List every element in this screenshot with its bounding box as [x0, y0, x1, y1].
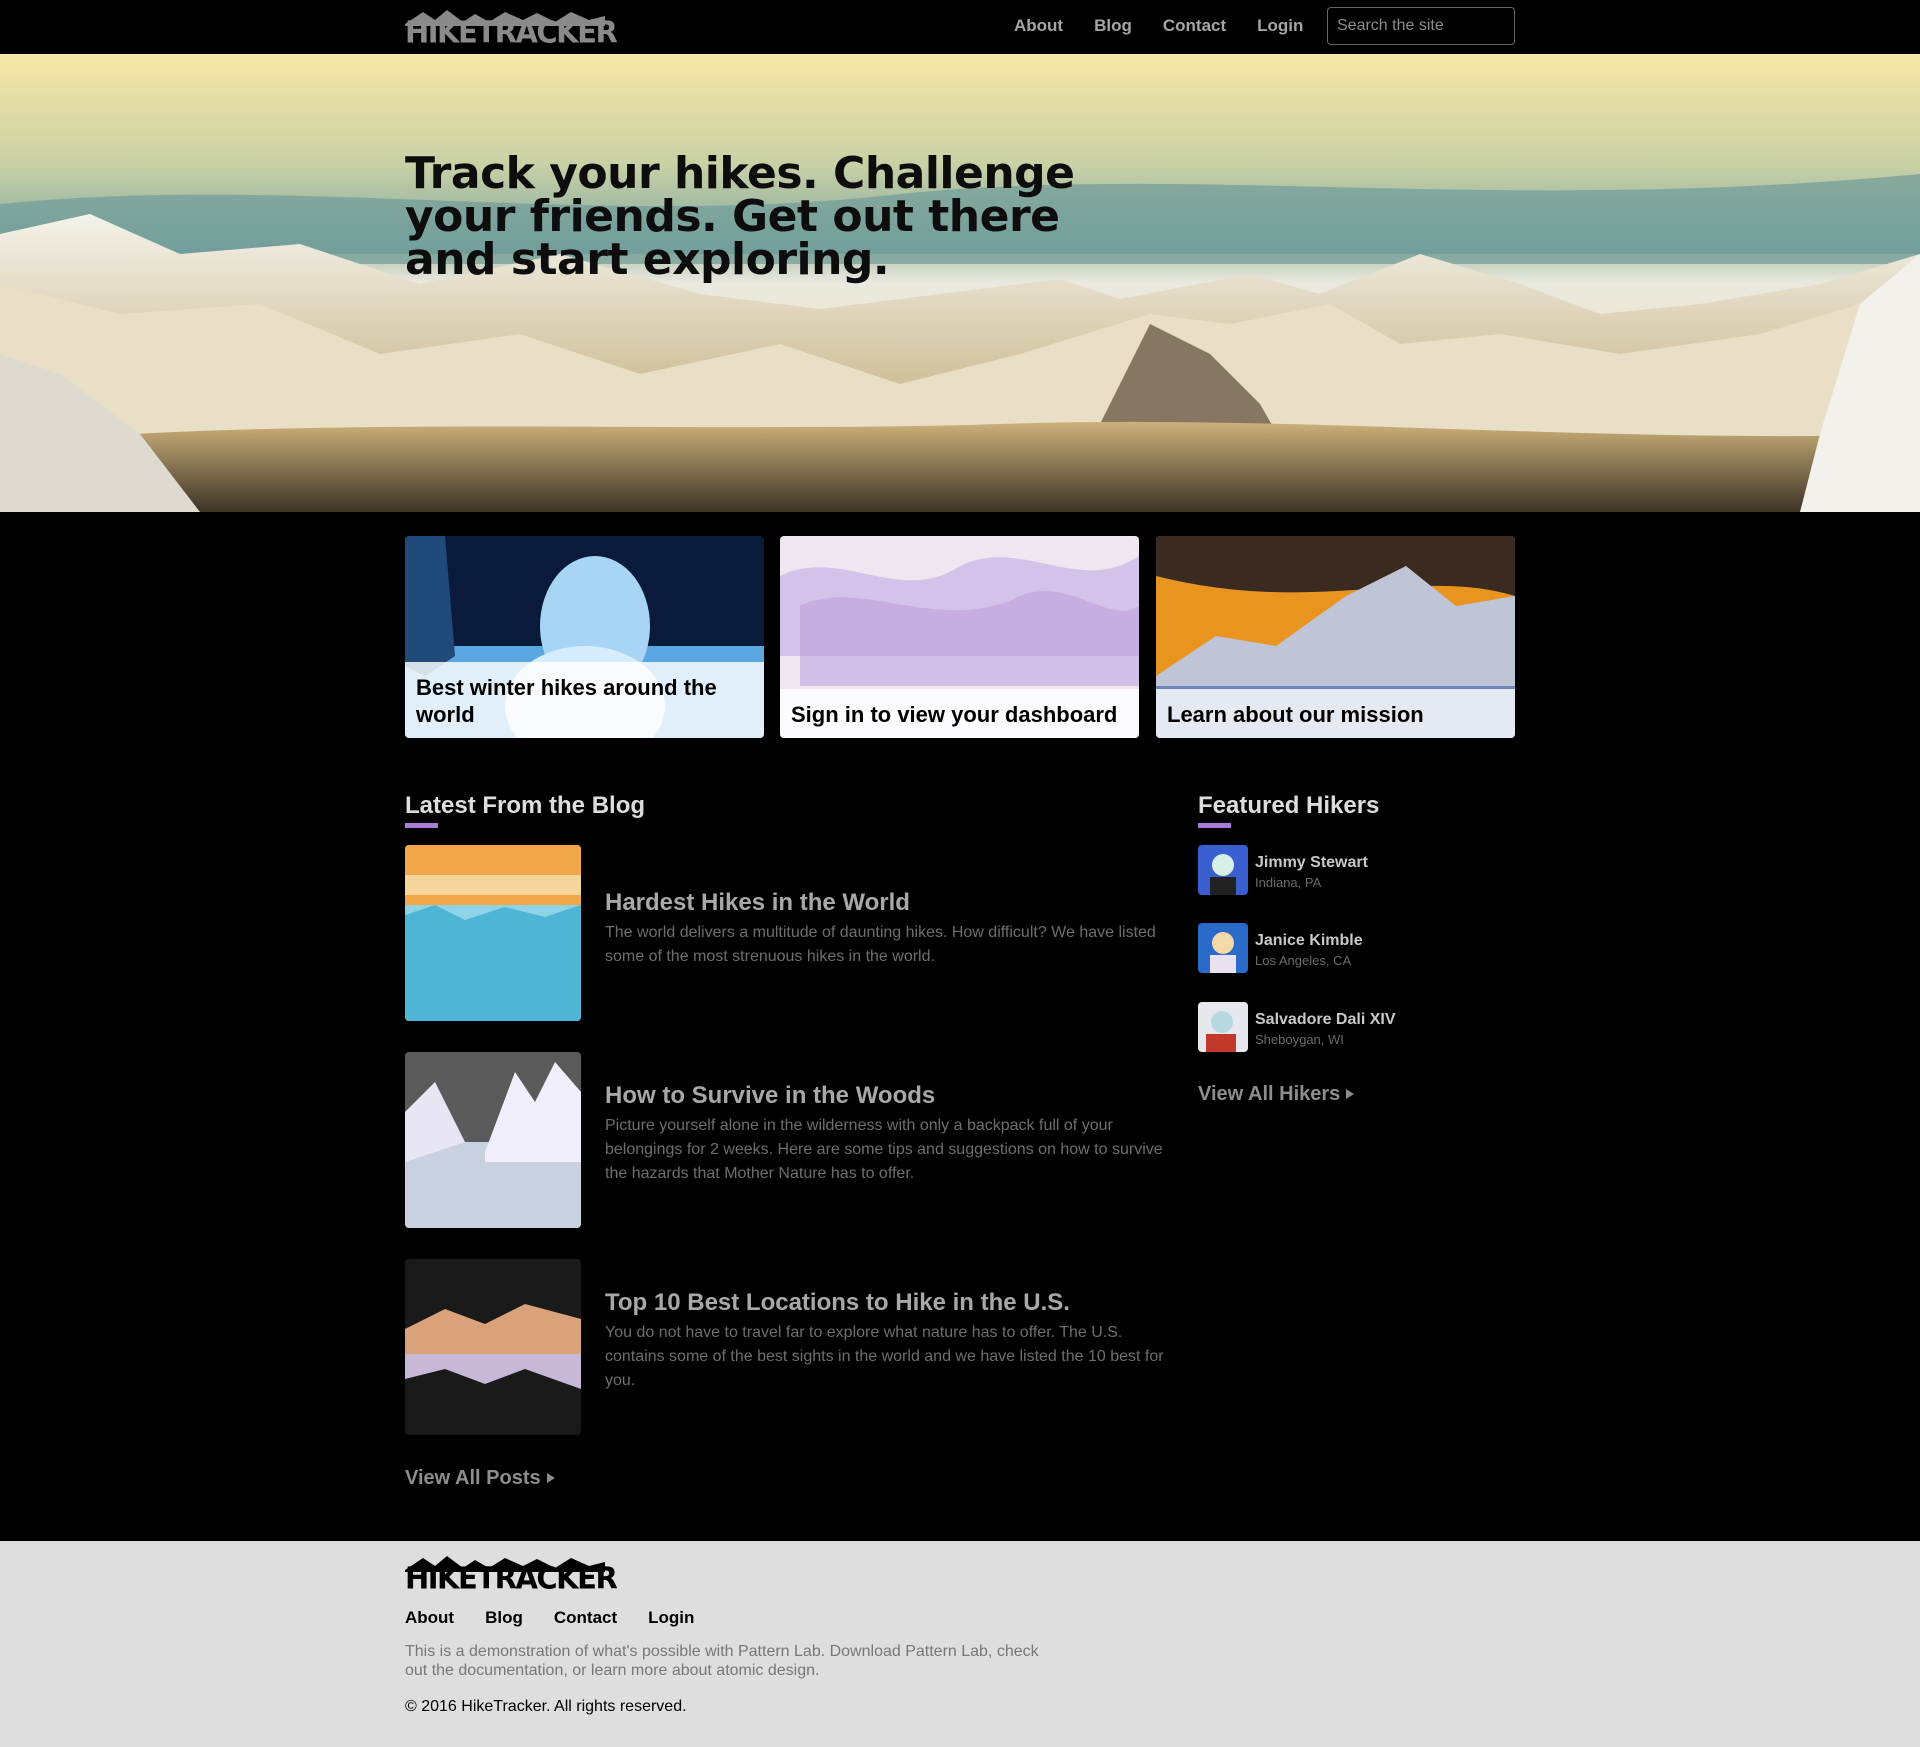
card-label: Learn about our mission — [1156, 689, 1515, 738]
avatar-image — [1198, 845, 1248, 895]
search-input[interactable] — [1327, 7, 1515, 45]
site-header: HIKETRACKER About Blog Contact Login — [0, 0, 1920, 54]
blog-heading-underline — [405, 823, 438, 828]
logo-text: HIKETRACKER — [405, 1560, 618, 1596]
blog-post[interactable]: Top 10 Best Locations to Hike in the U.S… — [405, 1259, 1165, 1435]
footer-nav: About Blog Contact Login — [405, 1608, 725, 1628]
avatar-image — [1198, 923, 1248, 973]
footer-nav-about[interactable]: About — [405, 1608, 454, 1628]
hero-banner: Track your hikes. Challenge your friends… — [0, 54, 1920, 512]
avatar[interactable] — [1198, 1002, 1248, 1052]
footer-nav-blog[interactable]: Blog — [485, 1608, 523, 1628]
site-footer: HIKETRACKER About Blog Contact Login Thi… — [0, 1541, 1920, 1747]
post-title[interactable]: Hardest Hikes in the World — [605, 889, 910, 917]
post-title[interactable]: How to Survive in the Woods — [605, 1082, 935, 1110]
footer-nav-contact[interactable]: Contact — [554, 1608, 617, 1628]
hiker-item[interactable]: Janice Kimble Los Angeles, CA — [1198, 923, 1458, 973]
card-dashboard[interactable]: Sign in to view your dashboard — [780, 536, 1139, 738]
nav-contact[interactable]: Contact — [1163, 16, 1226, 36]
copyright: © 2016 HikeTracker. All rights reserved. — [405, 1698, 687, 1715]
arrow-right-icon — [546, 1473, 555, 1483]
post-title[interactable]: Top 10 Best Locations to Hike in the U.S… — [605, 1289, 1070, 1317]
hikers-heading: Featured Hikers — [1198, 792, 1380, 819]
hiker-item[interactable]: Salvadore Dali XIV Sheboygan, WI — [1198, 1002, 1458, 1052]
promo-cards: Best winter hikes around the world Sign … — [405, 536, 1515, 738]
blog-heading: Latest From the Blog — [405, 792, 646, 819]
blog-post[interactable]: How to Survive in the Woods Picture your… — [405, 1052, 1165, 1228]
site-logo[interactable]: HIKETRACKER — [405, 10, 618, 50]
hiker-name[interactable]: Salvadore Dali XIV — [1255, 1011, 1396, 1029]
nav-about[interactable]: About — [1014, 16, 1063, 36]
nav-login[interactable]: Login — [1257, 16, 1303, 36]
view-all-hikers-label: View All Hikers — [1198, 1083, 1341, 1105]
nav-blog[interactable]: Blog — [1094, 16, 1132, 36]
post-description: You do not have to travel far to explore… — [605, 1324, 1164, 1389]
arrow-right-icon — [1346, 1089, 1355, 1099]
view-all-posts-label: View All Posts — [405, 1467, 541, 1489]
hiker-location: Indiana, PA — [1255, 875, 1322, 890]
post-thumbnail[interactable] — [405, 1052, 581, 1228]
post-description: The world delivers a multitude of daunti… — [605, 924, 1156, 965]
lake-reflection-image — [405, 1259, 581, 1435]
post-thumbnail[interactable] — [405, 1259, 581, 1435]
card-label: Best winter hikes around the world — [405, 662, 764, 738]
hikers-heading-underline — [1198, 823, 1231, 828]
card-winter-hikes[interactable]: Best winter hikes around the world — [405, 536, 764, 738]
card-mission[interactable]: Learn about our mission — [1156, 536, 1515, 738]
post-description: Picture yourself alone in the wilderness… — [605, 1117, 1163, 1182]
hiker-name[interactable]: Jimmy Stewart — [1255, 854, 1368, 872]
mountain-landscape-image — [0, 54, 1920, 512]
card-label: Sign in to view your dashboard — [780, 689, 1139, 738]
footer-nav-login[interactable]: Login — [648, 1608, 694, 1628]
avatar-image — [1198, 1002, 1248, 1052]
main-nav: About Blog Contact Login — [1014, 16, 1334, 36]
footer-description: This is a demonstration of what's possib… — [405, 1643, 1039, 1679]
blog-post[interactable]: Hardest Hikes in the World The world del… — [405, 845, 1165, 1021]
hiker-location: Los Angeles, CA — [1255, 953, 1352, 968]
hiker-name[interactable]: Janice Kimble — [1255, 932, 1363, 950]
footer-logo[interactable]: HIKETRACKER — [405, 1556, 618, 1596]
view-all-hikers-link[interactable]: View All Hikers — [1198, 1083, 1355, 1106]
avatar[interactable] — [1198, 845, 1248, 895]
post-thumbnail[interactable] — [405, 845, 581, 1021]
hiker-location: Sheboygan, WI — [1255, 1032, 1344, 1047]
woods-image — [405, 1052, 581, 1228]
avatar[interactable] — [1198, 923, 1248, 973]
logo-text: HIKETRACKER — [405, 14, 618, 50]
view-all-posts-link[interactable]: View All Posts — [405, 1467, 555, 1490]
hero-headline: Track your hikes. Challenge your friends… — [405, 148, 1075, 285]
hiker-item[interactable]: Jimmy Stewart Indiana, PA — [1198, 845, 1458, 895]
glacier-image — [405, 845, 581, 1021]
